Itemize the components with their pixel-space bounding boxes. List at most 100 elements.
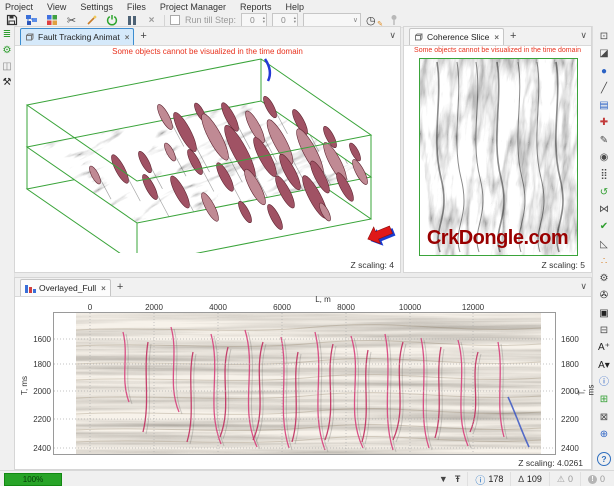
info-icon[interactable]: ⓘ bbox=[594, 375, 614, 392]
tab-overflow-icon[interactable]: ∨ bbox=[580, 281, 587, 292]
menu-view[interactable]: View bbox=[47, 2, 66, 12]
section-tab-bar: Overlayed_Full × + ∨ bbox=[15, 278, 591, 297]
magic-wand-icon[interactable] bbox=[84, 14, 99, 27]
settings-gear-icon[interactable]: ⚙ bbox=[594, 271, 614, 288]
x-tick: 0 bbox=[88, 303, 92, 312]
tab-overflow-icon[interactable]: ∨ bbox=[580, 30, 587, 41]
y-tick-left: 2000 bbox=[29, 387, 51, 396]
toolbar-separator bbox=[164, 15, 165, 26]
slice-filter-icon[interactable]: ◪ bbox=[594, 46, 614, 63]
add-tab-button[interactable]: + bbox=[111, 281, 129, 293]
point-grid-icon[interactable]: ⣿ bbox=[594, 167, 614, 184]
x-tick: 12000 bbox=[462, 303, 484, 312]
menu-files[interactable]: Files bbox=[127, 2, 146, 12]
status-warning-group[interactable]: ⚠ 0 bbox=[549, 472, 580, 486]
tab-overflow-icon[interactable]: ∨ bbox=[389, 30, 396, 41]
menu-project[interactable]: Project bbox=[5, 2, 33, 12]
help-icon[interactable]: ? bbox=[597, 452, 611, 466]
qc-check-icon[interactable]: ✔ bbox=[594, 219, 614, 236]
ruler-icon[interactable]: ╱ bbox=[594, 81, 614, 98]
status-info-group[interactable]: ⓘ 178 bbox=[467, 472, 510, 486]
z-scaling-label: Z scaling: 4.0261 bbox=[518, 458, 583, 468]
run-icon[interactable] bbox=[104, 14, 119, 27]
font-filter-icon[interactable]: A▾ bbox=[594, 358, 614, 375]
layers-import-icon[interactable]: ⊞ bbox=[594, 392, 614, 409]
layers-edit-icon[interactable]: ⊠ bbox=[594, 410, 614, 427]
scatter-points-icon[interactable]: ∴ bbox=[594, 254, 614, 271]
tab-fault-tracking[interactable]: Fault Tracking Animat × bbox=[20, 28, 134, 45]
x-tick: 4000 bbox=[209, 303, 227, 312]
workflow-icon[interactable] bbox=[24, 14, 39, 27]
polyline-add-icon[interactable]: ↺ bbox=[594, 185, 614, 202]
cube-3d-icon bbox=[414, 32, 424, 42]
project-tree-icon[interactable]: ≣ bbox=[3, 29, 11, 41]
build-tool-icon[interactable]: ⚒ bbox=[3, 77, 12, 89]
y-axis-title-left: T, ms bbox=[20, 376, 29, 395]
section-chart-icon bbox=[25, 284, 36, 293]
blue-well-marker bbox=[265, 59, 270, 81]
cut-icon[interactable]: ✂ bbox=[64, 14, 79, 27]
application-window: Project View Settings Files Project Mana… bbox=[0, 0, 614, 486]
surface-mesh-icon[interactable]: ⋈ bbox=[594, 202, 614, 219]
menu-project-manager[interactable]: Project Manager bbox=[160, 2, 226, 12]
time-domain-warning: Some objects cannot be visualized in the… bbox=[15, 47, 400, 56]
step-spinner-2-value: 0 bbox=[273, 15, 294, 25]
pause-icon[interactable] bbox=[124, 14, 139, 27]
schedule-edit-icon[interactable]: ◷ ✎ bbox=[366, 14, 381, 27]
step-spinner-2[interactable]: 0 ▴▾ bbox=[272, 13, 298, 27]
properties-form-icon[interactable]: ▤ bbox=[594, 98, 614, 115]
modules-icon[interactable] bbox=[44, 14, 59, 27]
angle-tool-icon[interactable]: ◺ bbox=[594, 237, 614, 254]
run-till-step-label: Run till Step: bbox=[185, 15, 236, 25]
add-tab-button[interactable]: + bbox=[134, 30, 152, 42]
error-count: 0 bbox=[600, 474, 605, 484]
menu-reports[interactable]: Reports bbox=[240, 2, 272, 12]
step-spinner-1[interactable]: 0 ▴▾ bbox=[241, 13, 267, 27]
font-zoom-icon[interactable]: A⁺ bbox=[594, 340, 614, 357]
status-filter-icon[interactable]: ▼ bbox=[439, 474, 448, 484]
time-domain-warning: Some objects cannot be visualized in the… bbox=[404, 47, 591, 54]
warning-count: 0 bbox=[568, 474, 573, 484]
menu-help[interactable]: Help bbox=[285, 2, 304, 12]
tab-overlayed-full[interactable]: Overlayed_Full × bbox=[20, 279, 111, 296]
info-count: 178 bbox=[488, 474, 503, 484]
tab-close-icon[interactable]: × bbox=[492, 33, 499, 42]
settings-gear-icon[interactable]: ⚙ bbox=[3, 45, 12, 57]
status-wells-group[interactable]: ∆ 109 bbox=[510, 472, 549, 486]
run-till-step-checkbox[interactable] bbox=[170, 15, 180, 25]
workflow-add-icon[interactable]: ⊕ bbox=[594, 427, 614, 444]
pin-icon[interactable] bbox=[386, 14, 401, 27]
printer-icon[interactable]: ⊟ bbox=[594, 323, 614, 340]
north-arrow-icon bbox=[364, 221, 397, 251]
photo-camera-icon[interactable]: ▣ bbox=[594, 306, 614, 323]
progress-bar: 100% bbox=[4, 473, 62, 486]
schedule-combobox[interactable]: ∨ bbox=[303, 13, 361, 27]
probe-icon[interactable]: ◉ bbox=[594, 150, 614, 167]
status-bar: 100% ▼ Ŧ ⓘ 178 ∆ 109 ⚠ 0 ! 0 bbox=[0, 470, 614, 486]
tab-close-icon[interactable]: × bbox=[99, 284, 106, 293]
right-tool-strip: ⊡ ◪ ● ╱ ▤ ✚ ✎ ◉ ⣿ ↺ ⋈ ✔ ◺ ∴ ⚙ ✇ ▣ ⊟ A⁺ A… bbox=[592, 26, 614, 473]
status-tree-icon[interactable]: Ŧ bbox=[455, 474, 461, 484]
y-tick-right: 1600 bbox=[561, 335, 579, 344]
z-scaling-label: Z scaling: 4 bbox=[351, 260, 394, 270]
menu-settings[interactable]: Settings bbox=[80, 2, 113, 12]
x-tick: 8000 bbox=[337, 303, 355, 312]
3d-viewport[interactable] bbox=[15, 57, 400, 253]
status-error-group[interactable]: ! 0 bbox=[580, 472, 612, 486]
panel-coherence: Coherence Slice × + ∨ Some objects canno… bbox=[403, 26, 592, 273]
paintbrush-icon[interactable]: ✎ bbox=[594, 133, 614, 150]
view-cube-icon[interactable]: ⊡ bbox=[594, 29, 614, 46]
tab-close-icon[interactable]: × bbox=[123, 33, 130, 42]
y-tick-left: 2400 bbox=[29, 444, 51, 453]
save-icon[interactable] bbox=[4, 14, 19, 27]
tab-coherence-slice[interactable]: Coherence Slice × bbox=[409, 28, 504, 45]
warning-icon: ⚠ bbox=[557, 474, 565, 485]
add-tab-button[interactable]: + bbox=[504, 30, 522, 42]
video-camera-icon[interactable]: ✇ bbox=[594, 288, 614, 305]
move-axes-icon[interactable]: ✚ bbox=[594, 115, 614, 132]
stop-icon[interactable]: × bbox=[144, 14, 159, 27]
mesh-sphere-icon[interactable]: ● bbox=[594, 64, 614, 81]
well-count: 109 bbox=[527, 474, 542, 484]
layout-split-icon[interactable]: ◫ bbox=[2, 61, 11, 73]
section-viewport[interactable] bbox=[53, 312, 556, 455]
